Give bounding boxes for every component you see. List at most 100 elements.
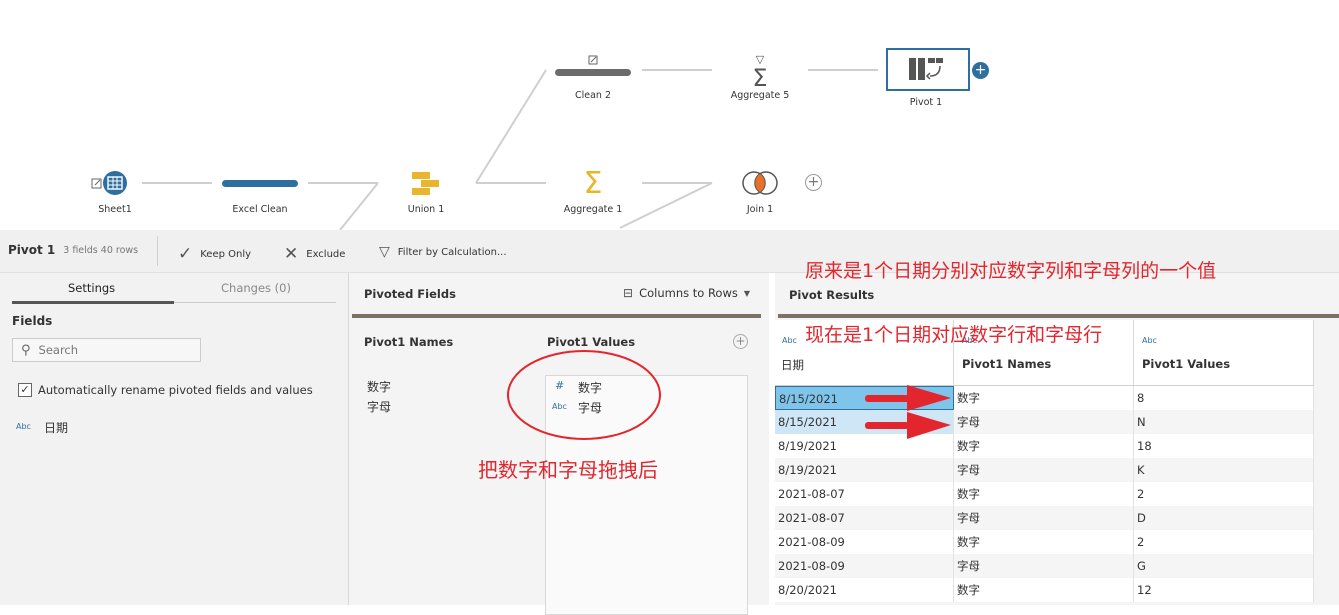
sigma-icon: Σ	[583, 165, 603, 201]
column-header-label: Pivot1 Names	[962, 357, 1052, 371]
table-cell[interactable]: 数字	[954, 578, 1134, 602]
table-cell[interactable]: 数字	[954, 482, 1134, 506]
table-cell[interactable]: 2021-08-07	[775, 482, 954, 506]
table-cell[interactable]: 字母	[954, 410, 1134, 434]
field-type-badge: Abc	[16, 422, 31, 431]
flow-canvas[interactable]: Sheet1 Excel Clean Union 1 Σ Aggregate 1	[0, 0, 1339, 230]
table-row[interactable]: 2021-08-07 字母 D	[775, 506, 1314, 530]
table-cell[interactable]: 8/20/2021	[775, 578, 954, 602]
flow-node-label: Excel Clean	[232, 204, 288, 215]
close-icon: ✕	[284, 244, 299, 264]
table-cell[interactable]: 数字	[954, 386, 1134, 410]
pivoted-fields-panel: Pivoted Fields ⊟ Columns to Rows ▼ Pivot…	[349, 273, 769, 615]
tab-changes[interactable]: Changes (0)	[221, 281, 291, 295]
flow-node-label: Clean 2	[574, 90, 612, 101]
tab-settings[interactable]: Settings	[68, 281, 115, 295]
settings-panel: Settings Changes (0) Fields ⚲ Search ✓ A…	[0, 273, 349, 605]
flow-node-label: Join 1	[746, 204, 774, 215]
table-row[interactable]: 8/20/2021 数字 12	[775, 578, 1314, 602]
table-row[interactable]: 2021-08-07 数字 2	[775, 482, 1314, 506]
table-cell[interactable]: 12	[1134, 578, 1314, 602]
keep-only-button[interactable]: ✓ Keep Only	[178, 244, 251, 264]
string-type-icon: Abc	[1142, 336, 1157, 345]
flow-node-label: Sheet1	[98, 204, 132, 215]
annotation-arrows	[865, 385, 951, 439]
keep-only-label: Keep Only	[200, 248, 252, 260]
check-icon: ✓	[178, 244, 193, 264]
flow-connections	[142, 69, 878, 230]
table-row[interactable]: 2021-08-09 字母 G	[775, 554, 1314, 578]
column-header-label: Pivot1 Values	[1142, 357, 1231, 371]
table-cell[interactable]: 2021-08-09	[775, 530, 954, 554]
annotation-before-text: 原来是1个日期分别对应数字列和字母列的一个值	[805, 260, 1217, 282]
column-header-values[interactable]: Abc Pivot1 Values	[1134, 320, 1314, 386]
string-type-icon: Abc	[782, 336, 797, 345]
filter-icon: ▽	[379, 244, 390, 260]
tab-underline	[174, 302, 336, 303]
pivot-name-item[interactable]: 数字	[367, 378, 391, 395]
panel-separator	[352, 314, 761, 318]
flow-node-label: Union 1	[407, 204, 445, 215]
filter-calculation-button[interactable]: ▽ Filter by Calculation...	[379, 244, 507, 260]
pivot-names-header: Pivot1 Names	[364, 335, 454, 349]
table-cell[interactable]: 数字	[954, 530, 1134, 554]
annotation-after-text: 现在是1个日期对应数字行和字母行	[805, 324, 1103, 346]
table-cell[interactable]: 18	[1134, 434, 1314, 458]
table-cell[interactable]: G	[1134, 554, 1314, 578]
clean-step-icon	[538, 52, 648, 86]
table-cell[interactable]: 8/19/2021	[775, 458, 954, 482]
table-cell[interactable]: 8	[1134, 386, 1314, 410]
exclude-button[interactable]: ✕ Exclude	[284, 244, 345, 264]
table-cell[interactable]: 2021-08-09	[775, 554, 954, 578]
table-cell[interactable]: 字母	[954, 554, 1134, 578]
auto-rename-checkbox[interactable]: ✓	[18, 383, 32, 397]
table-cell[interactable]: K	[1134, 458, 1314, 482]
table-cell[interactable]: 数字	[954, 434, 1134, 458]
sheet-input-icon	[60, 166, 170, 200]
table-cell[interactable]: 2	[1134, 530, 1314, 554]
pivot-mode-dropdown[interactable]: ⊟ Columns to Rows ▼	[623, 286, 750, 300]
pivot-icon	[871, 52, 981, 86]
pivot-name-item[interactable]: 字母	[367, 398, 391, 415]
join-icon	[705, 166, 815, 200]
pivot-mode-label: Columns to Rows	[639, 286, 738, 300]
pivot-results-title: Pivot Results	[789, 288, 875, 302]
add-pivot-icon[interactable]: +	[733, 334, 748, 349]
add-step-icon[interactable]: +	[972, 62, 989, 79]
pivoted-fields-title: Pivoted Fields	[364, 287, 456, 301]
panel-separator	[778, 314, 1339, 318]
columns-to-rows-icon: ⊟	[623, 286, 634, 300]
column-header-label: 日期	[781, 358, 804, 372]
search-placeholder: Search	[38, 343, 79, 357]
table-row[interactable]: 8/15/2021 字母 N	[775, 410, 1314, 434]
step-name: Pivot 1	[8, 243, 56, 257]
flow-node-label: Aggregate 5	[730, 90, 790, 101]
flow-node-label: Aggregate 1	[563, 204, 623, 215]
search-input[interactable]: ⚲ Search	[12, 338, 201, 362]
toolbar-divider	[157, 236, 158, 266]
exclude-label: Exclude	[306, 248, 346, 260]
tab-underline-active	[12, 301, 174, 304]
table-cell[interactable]: N	[1134, 410, 1314, 434]
table-cell[interactable]: 字母	[954, 506, 1134, 530]
filter-label: Filter by Calculation...	[397, 246, 507, 258]
table-cell[interactable]: 2	[1134, 482, 1314, 506]
table-row[interactable]: 8/19/2021 字母 K	[775, 458, 1314, 482]
search-icon: ⚲	[21, 342, 31, 358]
table-row[interactable]: 8/19/2021 数字 18	[775, 434, 1314, 458]
clean-step-icon	[205, 166, 315, 200]
annotation-circle	[507, 350, 661, 440]
auto-rename-label: Automatically rename pivoted fields and …	[38, 383, 313, 397]
table-cell[interactable]: 2021-08-07	[775, 506, 954, 530]
table-cell[interactable]: D	[1134, 506, 1314, 530]
table-row[interactable]: 2021-08-09 数字 2	[775, 530, 1314, 554]
fields-heading: Fields	[12, 314, 53, 328]
annotation-drag-text: 把数字和字母拖拽后	[478, 458, 658, 482]
add-step-icon[interactable]: +	[805, 174, 822, 191]
chevron-down-icon: ▼	[743, 288, 751, 298]
step-meta: 3 fields 40 rows	[63, 244, 139, 256]
table-row[interactable]: 8/15/2021 数字 8	[775, 386, 1314, 410]
table-cell[interactable]: 字母	[954, 458, 1134, 482]
field-item[interactable]: 日期	[44, 419, 68, 436]
union-icon	[371, 166, 481, 200]
